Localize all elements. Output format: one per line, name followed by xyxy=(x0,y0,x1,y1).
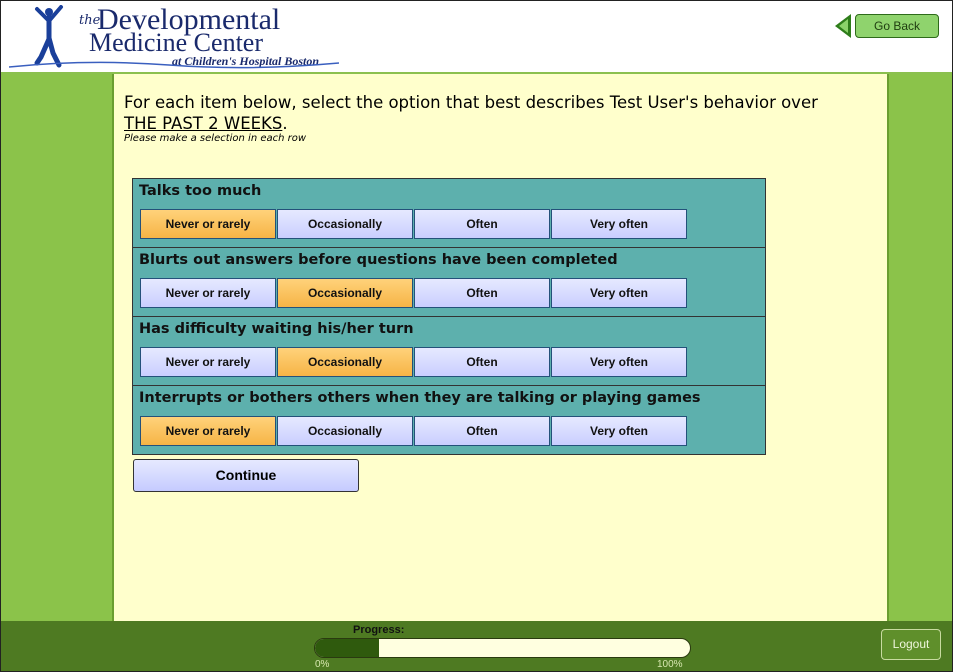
option-button[interactable]: Often xyxy=(414,416,550,446)
left-arrow-inner-icon xyxy=(839,19,848,33)
continue-button[interactable]: Continue xyxy=(133,459,359,492)
option-button[interactable]: Never or rarely xyxy=(140,416,276,446)
progress-bar xyxy=(314,638,691,658)
instructions-lead: For each item below, select the option t… xyxy=(124,93,818,112)
progress-label: Progress: xyxy=(353,624,405,636)
option-button[interactable]: Very often xyxy=(551,416,687,446)
question-list: Talks too much Never or rarely Occasionall… xyxy=(132,178,766,455)
option-button[interactable]: Never or rarely xyxy=(140,209,276,239)
logo-swoosh xyxy=(9,61,339,69)
instructions-emphasis: THE PAST 2 WEEKS xyxy=(124,114,283,133)
option-button[interactable]: Occasionally xyxy=(277,347,413,377)
option-button[interactable]: Never or rarely xyxy=(140,278,276,308)
option-button[interactable]: Occasionally xyxy=(277,278,413,308)
progress-max-label: 100% xyxy=(657,659,683,670)
logo-line-2: Medicine Center xyxy=(89,28,263,57)
app-frame: the Developmental Medicine Center at Chi… xyxy=(0,0,953,672)
header: the Developmental Medicine Center at Chi… xyxy=(1,1,952,74)
logout-button[interactable]: Logout xyxy=(881,629,941,660)
question-item: Talks too much Never or rarely Occasionall… xyxy=(133,179,765,248)
option-group: Never or rarely Occasionally Often Very oft… xyxy=(140,347,688,377)
question-item: Interrupts or bothers others when they a… xyxy=(133,386,765,454)
progress-fill xyxy=(315,639,379,657)
option-button[interactable]: Very often xyxy=(551,278,687,308)
option-group: Never or rarely Occasionally Often Very oft… xyxy=(140,416,688,446)
option-button[interactable]: Very often xyxy=(551,347,687,377)
option-button[interactable]: Very often xyxy=(551,209,687,239)
question-item: Blurts out answers before questions have… xyxy=(133,248,765,317)
dmc-logo: the Developmental Medicine Center at Chi… xyxy=(9,3,339,71)
footer: Progress: 0% 100% Logout xyxy=(1,621,952,671)
option-button[interactable]: Never or rarely xyxy=(140,347,276,377)
question-item: Has difficulty waiting his/her turn Never… xyxy=(133,317,765,386)
right-sidebar-band xyxy=(887,74,952,621)
left-sidebar-band xyxy=(1,74,114,621)
option-button[interactable]: Often xyxy=(414,347,550,377)
option-button[interactable]: Occasionally xyxy=(277,416,413,446)
option-button[interactable]: Often xyxy=(414,209,550,239)
question-title: Talks too much xyxy=(139,183,262,199)
sub-instructions: Please make a selection in each row xyxy=(124,133,307,144)
question-title: Interrupts or bothers others when they a… xyxy=(139,390,701,406)
option-group: Never or rarely Occasionally Often Very oft… xyxy=(140,209,688,239)
progress-min-label: 0% xyxy=(315,659,330,670)
option-group: Never or rarely Occasionally Often Very oft… xyxy=(140,278,688,308)
instructions-tail: . xyxy=(282,114,288,133)
option-button[interactable]: Occasionally xyxy=(277,209,413,239)
go-back-button[interactable]: Go Back xyxy=(855,14,939,38)
main-content: For each item below, select the option t… xyxy=(114,74,887,621)
instructions-text: For each item below, select the option t… xyxy=(124,92,824,134)
option-button[interactable]: Often xyxy=(414,278,550,308)
question-title: Has difficulty waiting his/her turn xyxy=(139,321,414,337)
question-title: Blurts out answers before questions have… xyxy=(139,252,618,268)
